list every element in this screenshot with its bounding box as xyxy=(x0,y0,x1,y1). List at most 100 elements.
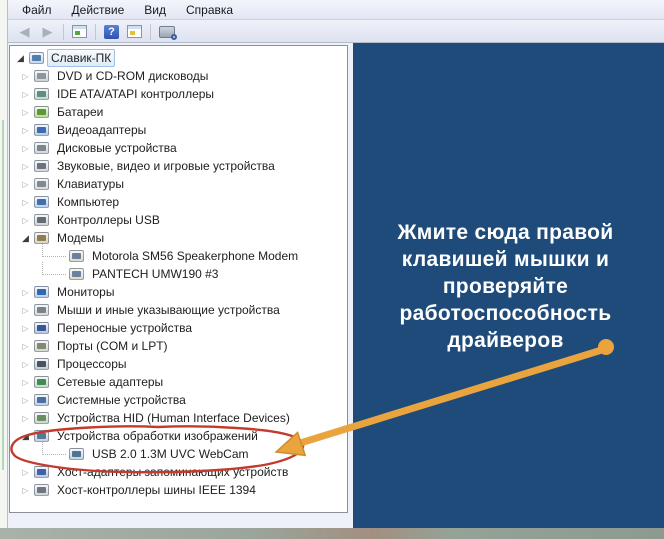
tree-item-network-adapters[interactable]: ▷ Сетевые адаптеры xyxy=(10,373,347,391)
menu-item-action[interactable]: Действие xyxy=(62,1,135,19)
forward-arrow-icon: ▶ xyxy=(42,24,53,39)
expand-arrow-icon[interactable]: ▷ xyxy=(20,486,31,495)
expand-arrow-icon[interactable]: ▷ xyxy=(20,180,31,189)
tree-item-ieee1394-controllers[interactable]: ▷ Хост-контроллеры шины IEEE 1394 xyxy=(10,481,347,499)
tree-item-keyboards[interactable]: ▷ Клавиатуры xyxy=(10,175,347,193)
tree-item-computer-root[interactable]: ◢ Славик-ПК xyxy=(10,49,347,67)
tree-item-label: Компьютер xyxy=(57,195,120,209)
tree-item-label: Звуковые, видео и игровые устройства xyxy=(57,159,275,173)
storage-adapter-icon xyxy=(34,466,49,478)
annotation-panel: Жмите сюда правой клавишей мышки и проверя… xyxy=(353,43,664,528)
show-console-tree-button[interactable] xyxy=(68,22,91,42)
expand-arrow-icon[interactable]: ▷ xyxy=(20,414,31,423)
network-adapter-icon xyxy=(34,376,49,388)
tree-item-label: Хост-контроллеры шины IEEE 1394 xyxy=(57,483,256,497)
help-icon: ? xyxy=(104,24,119,39)
expand-arrow-icon[interactable]: ▷ xyxy=(20,162,31,171)
device-tree-panel[interactable]: ◢ Славик-ПК ▷ DVD и CD-ROM дисководы ▷ IDE AT… xyxy=(9,45,348,513)
tree-item-portable-devices[interactable]: ▷ Переносные устройства xyxy=(10,319,347,337)
tree-item-label: Мыши и иные указывающие устройства xyxy=(57,303,280,317)
tree-item-video-adapters[interactable]: ▷ Видеоадаптеры xyxy=(10,121,347,139)
tree-item-monitors[interactable]: ▷ Мониторы xyxy=(10,283,347,301)
tree-item-dvd-cdrom[interactable]: ▷ DVD и CD-ROM дисководы xyxy=(10,67,347,85)
portable-device-icon xyxy=(34,322,49,334)
toolbar: ◀ ▶? xyxy=(8,21,664,43)
tree-item-computer[interactable]: ▷ Компьютер xyxy=(10,193,347,211)
back-button[interactable]: ◀ xyxy=(13,22,36,42)
hid-device-icon xyxy=(34,412,49,424)
tree-connector-line xyxy=(42,441,66,455)
battery-icon xyxy=(34,106,49,118)
tree-item-label: DVD и CD-ROM дисководы xyxy=(57,69,209,83)
tree-item-label: IDE ATA/ATAPI контроллеры xyxy=(57,87,215,101)
expand-arrow-icon[interactable]: ▷ xyxy=(20,468,31,477)
modem-device-icon xyxy=(69,250,84,262)
tree-item-label: Переносные устройства xyxy=(57,321,193,335)
tree-item-storage-host-adapters[interactable]: ▷ Хост-адаптеры запоминающих устройств xyxy=(10,463,347,481)
help-button[interactable]: ? xyxy=(100,22,123,42)
expand-arrow-icon[interactable]: ▷ xyxy=(20,378,31,387)
audio-device-icon xyxy=(34,160,49,172)
forward-button[interactable]: ▶ xyxy=(36,22,59,42)
toolbar-separator xyxy=(150,23,151,40)
tree-item-hid-devices[interactable]: ▷ Устройства HID (Human Interface Devices… xyxy=(10,409,347,427)
tree-item-label: Славик-ПК xyxy=(47,49,116,67)
expand-arrow-icon[interactable]: ▷ xyxy=(20,216,31,225)
expand-arrow-icon[interactable]: ▷ xyxy=(20,72,31,81)
tree-item-pantech-modem[interactable]: PANTECH UMW190 #3 xyxy=(10,261,347,283)
expand-arrow-icon[interactable]: ▷ xyxy=(20,342,31,351)
modem-device-icon xyxy=(69,268,84,280)
collapse-arrow-icon[interactable]: ◢ xyxy=(15,53,26,64)
tree-item-ports[interactable]: ▷ Порты (COM и LPT) xyxy=(10,337,347,355)
tree-item-processors[interactable]: ▷ Процессоры xyxy=(10,355,347,373)
toolbar-separator xyxy=(95,23,96,40)
menu-item-view[interactable]: Вид xyxy=(134,1,176,19)
properties-button[interactable] xyxy=(123,22,146,42)
annotation-line: работоспособность xyxy=(399,302,612,325)
expand-arrow-icon[interactable]: ▷ xyxy=(20,108,31,117)
computer-icon xyxy=(29,52,44,64)
collapse-arrow-icon[interactable]: ◢ xyxy=(20,431,31,442)
tree-item-label: Видеоадаптеры xyxy=(57,123,147,137)
processor-icon xyxy=(34,358,49,370)
tree-item-usb-controllers[interactable]: ▷ Контроллеры USB xyxy=(10,211,347,229)
computer-icon xyxy=(34,196,49,208)
expand-arrow-icon[interactable]: ▷ xyxy=(20,396,31,405)
expand-arrow-icon[interactable]: ▷ xyxy=(20,126,31,135)
tree-item-label: Контроллеры USB xyxy=(57,213,160,227)
tree-item-system-devices[interactable]: ▷ Системные устройства xyxy=(10,391,347,409)
expand-arrow-icon[interactable]: ▷ xyxy=(20,324,31,333)
tree-item-label: Батареи xyxy=(57,105,104,119)
collapse-arrow-icon[interactable]: ◢ xyxy=(20,233,31,244)
expand-arrow-icon[interactable]: ▷ xyxy=(20,306,31,315)
tree-item-mice[interactable]: ▷ Мыши и иные указывающие устройства xyxy=(10,301,347,319)
tree-item-label: Сетевые адаптеры xyxy=(57,375,164,389)
usb-controller-icon xyxy=(34,214,49,226)
expand-arrow-icon[interactable]: ▷ xyxy=(20,198,31,207)
tree-item-disk-devices[interactable]: ▷ Дисковые устройства xyxy=(10,139,347,157)
tree-item-ide-ata[interactable]: ▷ IDE ATA/ATAPI контроллеры xyxy=(10,85,347,103)
menu-item-file[interactable]: Файл xyxy=(12,1,62,19)
toolbar-separator xyxy=(63,23,64,40)
tree-item-label: Устройства обработки изображений xyxy=(57,429,258,443)
menu-item-help[interactable]: Справка xyxy=(176,1,243,19)
expand-arrow-icon[interactable]: ▷ xyxy=(20,144,31,153)
desktop-edge xyxy=(0,0,7,528)
tree-item-sound-video-game[interactable]: ▷ Звуковые, видео и игровые устройства xyxy=(10,157,347,175)
desktop-wallpaper-line xyxy=(2,120,4,470)
expand-arrow-icon[interactable]: ▷ xyxy=(20,90,31,99)
tree-item-label: Устройства HID (Human Interface Devices) xyxy=(57,411,290,425)
tree-item-label: Системные устройства xyxy=(57,393,186,407)
expand-arrow-icon[interactable]: ▷ xyxy=(20,360,31,369)
scan-hardware-changes-icon xyxy=(158,25,177,40)
expand-arrow-icon[interactable]: ▷ xyxy=(20,288,31,297)
screen: Файл Действие Вид Справка ◀ ▶? ◢ Славик-ПК ▷ DV… xyxy=(0,0,664,539)
modem-icon xyxy=(34,232,49,244)
device-tree: ◢ Славик-ПК ▷ DVD и CD-ROM дисководы ▷ IDE AT… xyxy=(10,46,347,499)
tree-item-usb-webcam[interactable]: USB 2.0 1.3M UVC WebCam xyxy=(10,441,347,463)
scan-hardware-button[interactable] xyxy=(155,22,178,42)
annotation-line: драйверов xyxy=(447,329,564,352)
monitor-icon xyxy=(34,286,49,298)
device-manager-window: Файл Действие Вид Справка ◀ ▶? ◢ Славик-ПК ▷ DV… xyxy=(7,0,664,528)
tree-item-batteries[interactable]: ▷ Батареи xyxy=(10,103,347,121)
